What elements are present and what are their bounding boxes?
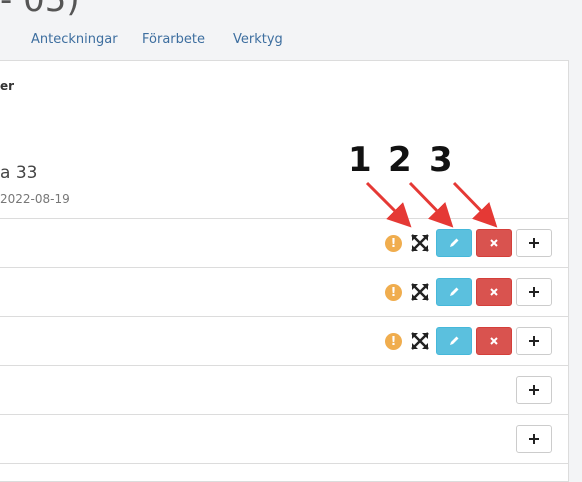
add-button[interactable] — [516, 425, 552, 453]
add-button[interactable] — [516, 278, 552, 306]
table-row — [0, 414, 568, 464]
expand-icon[interactable] — [411, 234, 429, 252]
table-row — [0, 463, 568, 482]
expand-icon[interactable] — [411, 332, 429, 350]
warning-icon: ! — [385, 235, 402, 252]
tab-verktyg[interactable]: Verktyg — [233, 32, 283, 47]
section-subheading: er — [0, 79, 15, 93]
item-date: 2022-08-19 — [0, 192, 70, 206]
pencil-icon — [450, 287, 459, 296]
delete-button[interactable] — [476, 278, 512, 306]
x-icon — [490, 337, 498, 345]
delete-button[interactable] — [476, 229, 512, 257]
warning-icon: ! — [385, 333, 402, 350]
edit-button[interactable] — [436, 278, 472, 306]
add-button[interactable] — [516, 376, 552, 404]
tab-forarbete[interactable]: Förarbete — [142, 32, 205, 47]
plus-icon — [529, 238, 539, 248]
add-button[interactable] — [516, 327, 552, 355]
table-row: ! — [0, 316, 568, 366]
plus-icon — [529, 385, 539, 395]
table-row — [0, 365, 568, 415]
pencil-icon — [450, 238, 459, 247]
content-panel: er a 33 2022-08-19 ! ! ! — [0, 60, 569, 482]
tab-bar: Anteckningar Förarbete Verktyg — [0, 24, 582, 60]
pencil-icon — [450, 336, 459, 345]
annotation-number-2: 2 — [388, 140, 412, 180]
edit-button[interactable] — [436, 229, 472, 257]
annotation-number-3: 3 — [429, 140, 453, 180]
tab-anteckningar[interactable]: Anteckningar — [31, 32, 118, 47]
warning-icon: ! — [385, 284, 402, 301]
delete-button[interactable] — [476, 327, 512, 355]
x-icon — [490, 288, 498, 296]
plus-icon — [529, 287, 539, 297]
add-button[interactable] — [516, 229, 552, 257]
annotation-number-1: 1 — [348, 140, 372, 180]
expand-icon[interactable] — [411, 283, 429, 301]
item-name: a 33 — [0, 163, 38, 183]
x-icon — [490, 239, 498, 247]
plus-icon — [529, 434, 539, 444]
plus-icon — [529, 336, 539, 346]
page-title: - 05) — [0, 0, 80, 20]
table-row: ! — [0, 218, 568, 268]
edit-button[interactable] — [436, 327, 472, 355]
table-row: ! — [0, 267, 568, 317]
